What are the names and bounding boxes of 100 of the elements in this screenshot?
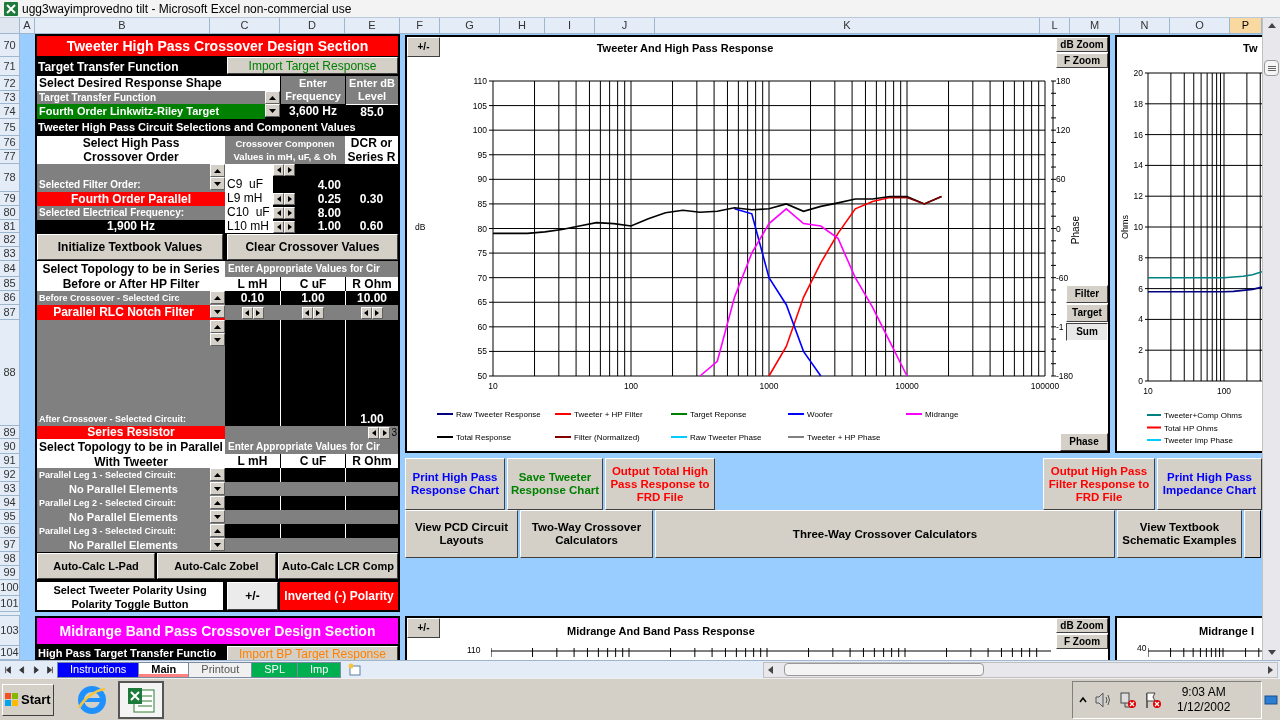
row-number[interactable]: 80	[3, 207, 16, 218]
row-number[interactable]: 83	[3, 248, 16, 259]
sheet-tab[interactable]: Instructions	[57, 661, 140, 678]
circuit-value[interactable]: 1.00	[301, 291, 325, 305]
column-header[interactable]: K	[655, 18, 1040, 34]
spin-up-button[interactable]	[210, 291, 225, 304]
spin-left-button[interactable]	[273, 164, 284, 176]
spin-right-button[interactable]	[371, 306, 383, 319]
toggle-button[interactable]: +/-	[407, 37, 440, 57]
column-header[interactable]: G	[440, 18, 500, 34]
column-header[interactable]: O	[1170, 18, 1230, 34]
spin-up-button[interactable]	[210, 524, 225, 537]
spin-up-button[interactable]	[210, 320, 225, 333]
component-value[interactable]: 8.00	[295, 206, 345, 220]
row-number[interactable]: 81	[3, 220, 16, 232]
spin-down-button[interactable]	[210, 177, 225, 190]
circuit-value[interactable]: 0.10	[240, 291, 265, 305]
row-number[interactable]: 88	[3, 367, 16, 378]
column-header[interactable]: N	[1120, 18, 1170, 34]
row-number[interactable]: 103	[0, 625, 19, 636]
sheet-tab[interactable]: Main	[138, 661, 190, 678]
previous-sheet-icon[interactable]	[18, 664, 26, 675]
row-number[interactable]: 104	[0, 647, 19, 658]
spin-right-button[interactable]	[284, 207, 295, 219]
navigation-button[interactable]: Three-Way Crossover Calculators	[655, 510, 1115, 558]
row-number[interactable]: 87	[3, 306, 16, 318]
spin-down-button[interactable]	[210, 333, 225, 346]
spin-right-button[interactable]	[284, 164, 295, 176]
network-error-icon[interactable]	[1119, 690, 1137, 709]
row-number[interactable]: 85	[3, 278, 16, 289]
phase-button[interactable]: Phase	[1060, 433, 1108, 451]
taskbar-app-button[interactable]	[118, 680, 164, 719]
auto-calc-button[interactable]: Auto-Calc L-Pad	[37, 553, 155, 579]
column-header[interactable]: H	[500, 18, 545, 34]
initialize-button[interactable]: Initialize Textbook Values	[37, 234, 223, 260]
row-number[interactable]: 75	[3, 121, 16, 133]
row-number[interactable]: 96	[3, 525, 16, 536]
row-number[interactable]: 93	[3, 483, 16, 494]
action-button[interactable]: Print High Pass Response Chart	[405, 458, 505, 510]
spin-left-button[interactable]	[273, 207, 284, 219]
row-number[interactable]: 90	[3, 440, 16, 452]
row-number[interactable]: 94	[3, 497, 16, 508]
dcr-value[interactable]: 0.30	[359, 191, 384, 206]
component-value[interactable]: 0.25	[295, 192, 345, 206]
clear-button[interactable]: Clear Crossover Values	[227, 234, 398, 260]
row-number[interactable]: 78	[3, 172, 16, 183]
row-number[interactable]: 86	[3, 292, 16, 303]
row-number[interactable]: 72	[3, 77, 16, 89]
spin-down-button[interactable]	[265, 104, 280, 117]
clock-time[interactable]: 9:03 AM	[1181, 684, 1226, 700]
spin-right-button[interactable]	[284, 193, 295, 205]
column-header[interactable]: A	[20, 18, 35, 34]
spin-up-button[interactable]	[210, 468, 225, 481]
column-header[interactable]: D	[280, 18, 345, 34]
column-header[interactable]: B	[35, 18, 210, 34]
zoom-button[interactable]: F Zoom	[1056, 634, 1108, 649]
row-number[interactable]: 99	[3, 567, 16, 578]
chart-option-button[interactable]: Sum	[1066, 323, 1108, 341]
column-header[interactable]: I	[545, 18, 595, 34]
row-number[interactable]: 76	[3, 137, 16, 148]
spin-left-button[interactable]	[360, 306, 372, 319]
first-sheet-icon[interactable]	[4, 664, 12, 675]
spin-left-button[interactable]	[368, 426, 380, 439]
speaker-icon[interactable]	[1094, 691, 1112, 708]
zoom-button[interactable]: F Zoom	[1056, 53, 1108, 68]
chart-option-button[interactable]: Target	[1066, 304, 1108, 322]
row-number[interactable]: 74	[3, 105, 16, 117]
column-header[interactable]: F	[400, 18, 440, 34]
zoom-button[interactable]: dB Zoom	[1056, 618, 1108, 633]
row-number[interactable]: 92	[3, 469, 16, 480]
row-number[interactable]: 84	[3, 263, 16, 274]
spin-down-button[interactable]	[210, 538, 225, 551]
spin-left-button[interactable]	[273, 220, 284, 233]
circuit-value[interactable]: 10.00	[357, 291, 387, 305]
row-number[interactable]: 79	[3, 193, 16, 204]
row-number[interactable]: 91	[3, 455, 16, 466]
navigation-button[interactable]: Two-Way Crossover Calculators	[520, 510, 653, 558]
cut-off-button[interactable]	[1244, 510, 1261, 558]
spin-down-button[interactable]	[210, 510, 225, 523]
circuit-value[interactable]: 1.00	[360, 412, 384, 426]
navigation-button[interactable]: View Textbook Schematic Examples	[1117, 510, 1242, 558]
polarity-toggle-button[interactable]: +/-	[227, 582, 278, 610]
show-desktop-icon[interactable]	[1264, 692, 1278, 707]
chevron-up-icon[interactable]	[1079, 695, 1087, 704]
row-number[interactable]: 89	[3, 426, 16, 438]
row-number[interactable]: 100	[0, 582, 19, 593]
next-sheet-icon[interactable]	[32, 664, 40, 675]
column-header[interactable]: E	[345, 18, 400, 34]
spin-right-button[interactable]	[379, 426, 391, 439]
spin-down-button[interactable]	[210, 482, 225, 495]
flag-error-icon[interactable]	[1144, 690, 1162, 709]
vertical-scrollbar[interactable]	[1262, 18, 1280, 660]
column-header[interactable]: L	[1040, 18, 1070, 34]
component-value[interactable]: 4.00	[295, 178, 345, 192]
row-number[interactable]: 98	[3, 553, 16, 564]
row-number[interactable]: 70	[3, 39, 16, 51]
spin-up-button[interactable]	[210, 164, 225, 177]
spin-right-button[interactable]	[252, 306, 264, 319]
zoom-button[interactable]: dB Zoom	[1056, 37, 1108, 52]
spin-right-button[interactable]	[284, 220, 295, 233]
